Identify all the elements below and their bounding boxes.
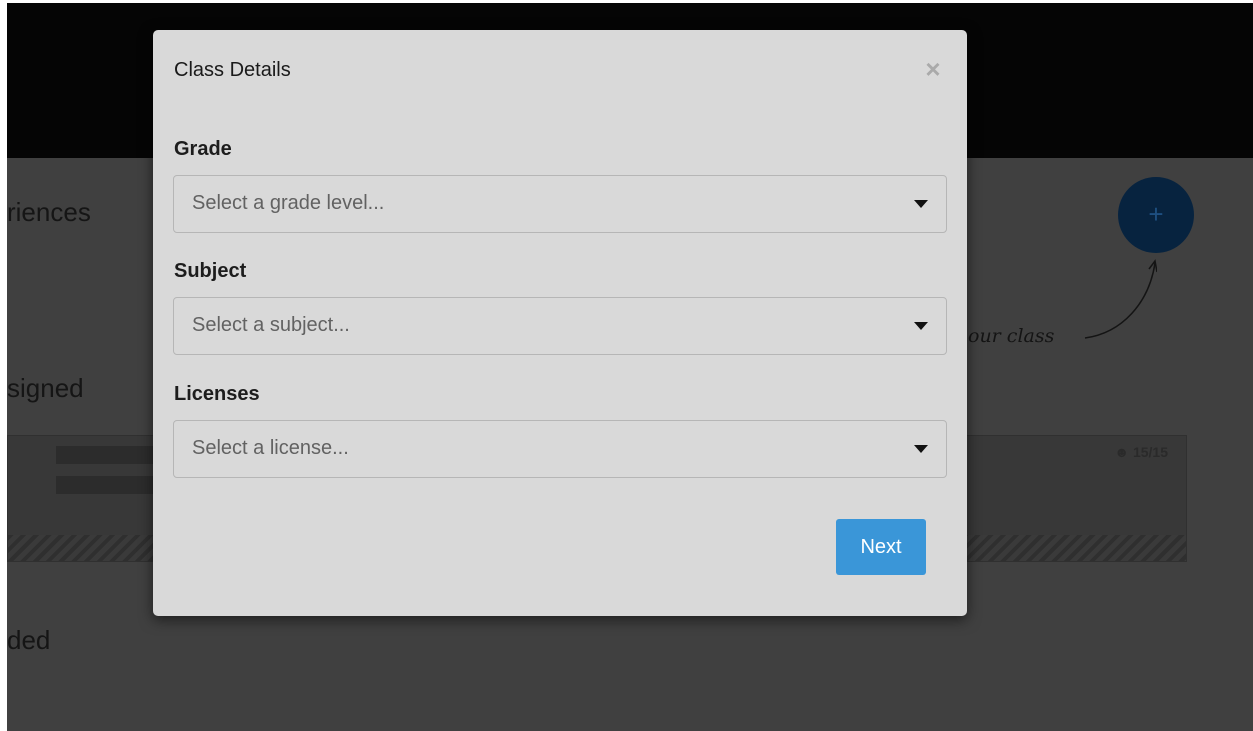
section-heading-ended: ded: [7, 625, 51, 655]
class-details-modal: Class Details × Grade Select a grade lev…: [153, 30, 967, 616]
add-class-button[interactable]: +: [1118, 177, 1194, 253]
chevron-down-icon: [914, 322, 928, 330]
licenses-select[interactable]: Select a license...: [173, 420, 947, 478]
section-heading-experiences: riences: [7, 197, 91, 227]
add-class-hint: our class: [968, 325, 1055, 347]
modal-title: Class Details: [174, 59, 291, 81]
grade-select-placeholder: Select a grade level...: [192, 192, 385, 214]
subject-select-placeholder: Select a subject...: [192, 314, 350, 336]
subject-label: Subject: [174, 260, 247, 282]
plus-icon: +: [1148, 199, 1164, 229]
class-card-count-value: 15/15: [1132, 444, 1168, 460]
grade-label: Grade: [174, 138, 232, 160]
licenses-label: Licenses: [174, 383, 260, 405]
section-heading-assigned: signed: [7, 373, 84, 403]
next-button[interactable]: Next: [836, 519, 926, 575]
close-icon[interactable]: ×: [918, 54, 948, 84]
grade-select[interactable]: Select a grade level...: [173, 175, 947, 233]
class-card-count: ☻ 15/15: [1114, 444, 1168, 460]
hint-arrow-icon: [1084, 259, 1157, 339]
licenses-select-placeholder: Select a license...: [192, 437, 349, 459]
user-icon: ☻: [1114, 444, 1130, 460]
subject-select[interactable]: Select a subject...: [173, 297, 947, 355]
chevron-down-icon: [914, 445, 928, 453]
chevron-down-icon: [914, 200, 928, 208]
